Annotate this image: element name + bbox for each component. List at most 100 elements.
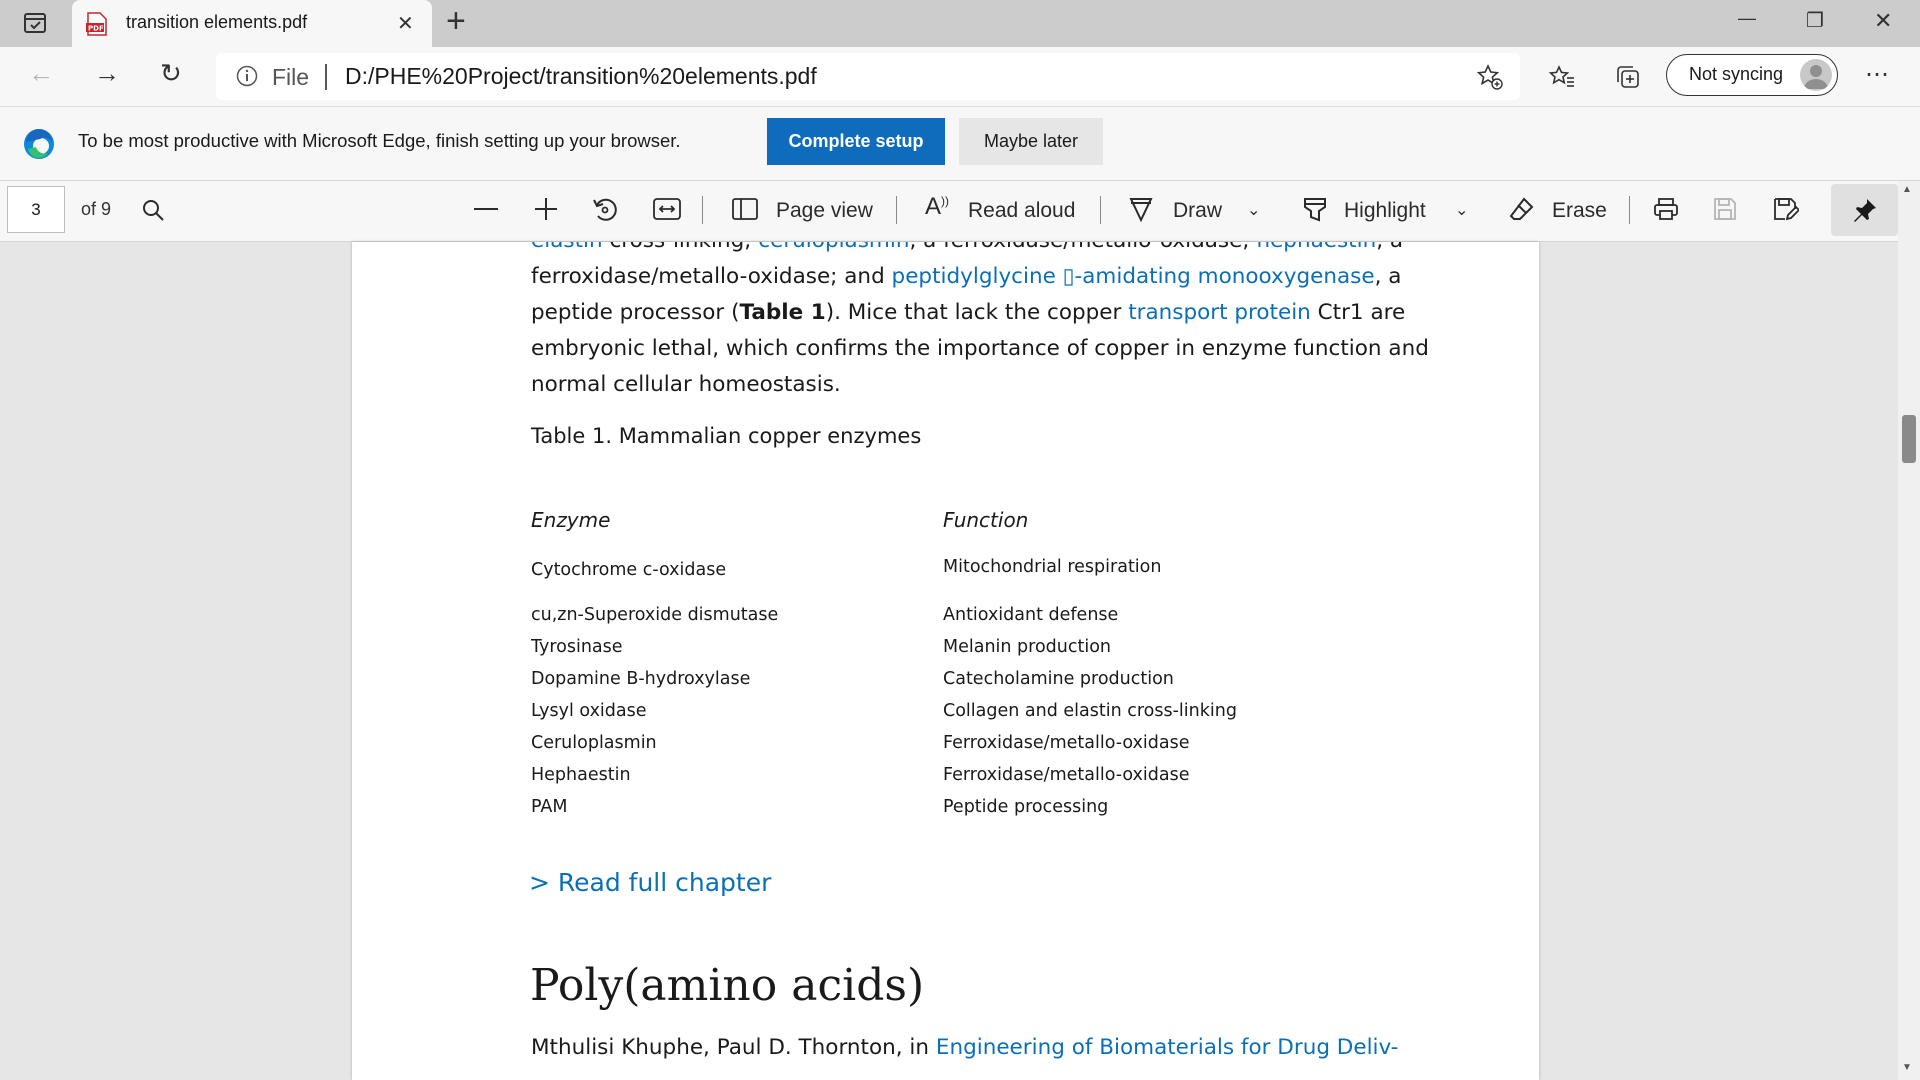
add-favorite-icon[interactable] [1476, 63, 1504, 91]
print-icon[interactable] [1653, 197, 1679, 221]
complete-setup-button[interactable]: Complete setup [767, 118, 945, 165]
page-view-label[interactable]: Page view [776, 199, 873, 223]
toolbar-divider [1629, 196, 1630, 224]
table-cell-enzyme: Ceruloplasmin [531, 733, 657, 753]
tab-title: transition elements.pdf [126, 12, 308, 32]
rotate-icon[interactable] [592, 196, 618, 222]
restore-button[interactable]: ❐ [1806, 8, 1824, 33]
maybe-later-button[interactable]: Maybe later [959, 118, 1103, 165]
fit-width-icon[interactable] [653, 198, 681, 220]
toolbar-divider [702, 196, 703, 224]
scrollbar-track[interactable] [1898, 181, 1920, 1080]
pdf-page: elastin cross-linking; ceruloplasmin, a … [352, 242, 1539, 1080]
table-cell-enzyme: Lysyl oxidase [531, 701, 647, 721]
table-cell-function: Antioxidant defense [943, 605, 1119, 625]
table-cell-function: Collagen and elastin cross-linking [943, 701, 1237, 721]
toolbar-divider [896, 196, 897, 224]
body-line: ferroxidase/metallo-oxidase; and peptidy… [531, 264, 1401, 289]
table-cell-function: Melanin production [943, 637, 1112, 657]
table-cell-enzyme: PAM [531, 797, 568, 817]
text-run: cross-linking; [603, 242, 759, 253]
table-cell-function: Mitochondrial respiration [943, 557, 1162, 577]
scrollbar-thumb[interactable] [1902, 415, 1916, 463]
table-header-enzyme: Enzyme [531, 508, 611, 532]
table-cell-enzyme: Cytochrome c-oxidase [531, 560, 727, 580]
table-cell-function: Catecholamine production [943, 669, 1174, 689]
pdf-file-icon: PDF [86, 12, 108, 36]
body-line: peptide processor (Table 1). Mice that l… [531, 300, 1405, 325]
text-run: ). Mice that lack the copper [825, 300, 1129, 325]
table-header-function: Function [943, 508, 1029, 532]
text-run: ferroxidase/metallo-oxidase; and [531, 264, 892, 289]
draw-label[interactable]: Draw [1173, 199, 1222, 223]
address-separator [325, 64, 327, 90]
text-run: , a [1376, 242, 1403, 253]
table-cell-enzyme: cu,zn-Superoxide dismutase [531, 605, 779, 625]
avatar [1800, 59, 1832, 91]
toolbar-divider [1100, 196, 1101, 224]
page-number-input[interactable]: 3 [7, 186, 65, 233]
close-window-button[interactable]: ✕ [1874, 8, 1892, 34]
sync-label: Not syncing [1689, 64, 1784, 84]
erase-icon[interactable] [1509, 196, 1535, 222]
draw-icon[interactable] [1128, 196, 1154, 223]
link-hephaestin[interactable]: hephaestin [1256, 242, 1376, 253]
highlight-label[interactable]: Highlight [1344, 199, 1426, 223]
forward-arrow-icon[interactable]: → [94, 58, 120, 89]
link-elastin[interactable]: elastin [531, 242, 603, 253]
scroll-down-icon[interactable]: ▼ [1902, 1062, 1912, 1073]
minimize-button[interactable]: — [1738, 8, 1756, 29]
url-text[interactable]: D:/PHE%20Project/transition%20elements.p… [345, 63, 817, 90]
text-run: peptide processor ( [531, 300, 740, 325]
site-info-label[interactable]: File [272, 64, 309, 91]
authors-line: Mthulisi Khuphe, Paul D. Thornton, in En… [531, 1035, 1398, 1060]
collections-icon[interactable] [1614, 63, 1642, 91]
refresh-icon[interactable]: ↻ [160, 58, 182, 89]
link-ceruloplasmin[interactable]: ceruloplasmin [758, 242, 909, 253]
table-cell-function: Ferroxidase/metallo-oxidase [943, 733, 1190, 753]
scroll-up-icon[interactable]: ▲ [1902, 184, 1912, 195]
save-as-icon[interactable] [1773, 197, 1801, 221]
link-pam[interactable]: peptidylglycine ▯-amidating monooxygenas… [892, 264, 1375, 289]
tab-actions-icon[interactable] [22, 10, 48, 36]
body-line: normal cellular homeostasis. [531, 372, 841, 397]
page-total: of 9 [81, 199, 112, 219]
favorites-icon[interactable] [1548, 63, 1576, 91]
new-tab-button[interactable]: + [446, 2, 466, 41]
table-cell-function: Ferroxidase/metallo-oxidase [943, 765, 1190, 785]
erase-label[interactable]: Erase [1552, 199, 1607, 223]
text-run: , a ferroxidase/metallo-oxidase; [909, 242, 1256, 253]
highlight-icon[interactable] [1302, 196, 1328, 222]
text-run: Ctr1 are [1310, 300, 1406, 325]
read-aloud-icon[interactable]: A)) [925, 193, 949, 221]
read-full-chapter-link[interactable]: > Read full chapter [529, 868, 771, 897]
tab-close-icon[interactable]: ✕ [397, 11, 414, 36]
zoom-out-icon[interactable] [474, 208, 498, 210]
save-icon [1713, 197, 1737, 221]
back-arrow-icon[interactable]: ← [28, 58, 54, 89]
search-icon[interactable] [141, 198, 165, 222]
link-book-title[interactable]: Engineering of Biomaterials for Drug Del… [936, 1035, 1399, 1060]
body-line: embryonic lethal, which confirms the imp… [531, 336, 1429, 361]
text-run: Mthulisi Khuphe, Paul D. Thornton, in [531, 1035, 936, 1060]
more-options-icon[interactable]: ⋯ [1865, 60, 1889, 89]
table-cell-enzyme: Tyrosinase [531, 637, 623, 657]
table-cell-enzyme: Dopamine B-hydroxylase [531, 669, 751, 689]
pin-icon [1852, 197, 1878, 223]
draw-chevron-down-icon[interactable]: ⌄ [1247, 200, 1260, 220]
svg-text:PDF: PDF [88, 25, 104, 33]
zoom-in-icon[interactable] [534, 197, 558, 221]
info-icon[interactable] [236, 65, 258, 87]
link-transport-protein[interactable]: transport protein [1128, 300, 1311, 325]
section-heading: Poly(amino acids) [530, 960, 925, 1011]
read-aloud-label[interactable]: Read aloud [968, 199, 1075, 223]
page-view-icon[interactable] [731, 197, 759, 221]
body-line: elastin cross-linking; ceruloplasmin, a … [531, 242, 1403, 253]
pdf-toolbar [0, 181, 1920, 242]
highlight-chevron-down-icon[interactable]: ⌄ [1455, 200, 1468, 220]
text-run: , a [1374, 264, 1402, 289]
table-cell-function: Peptide processing [943, 797, 1109, 817]
table-reference: Table 1 [739, 300, 826, 325]
edge-logo-icon [22, 127, 56, 161]
table-cell-enzyme: Hephaestin [531, 765, 631, 785]
